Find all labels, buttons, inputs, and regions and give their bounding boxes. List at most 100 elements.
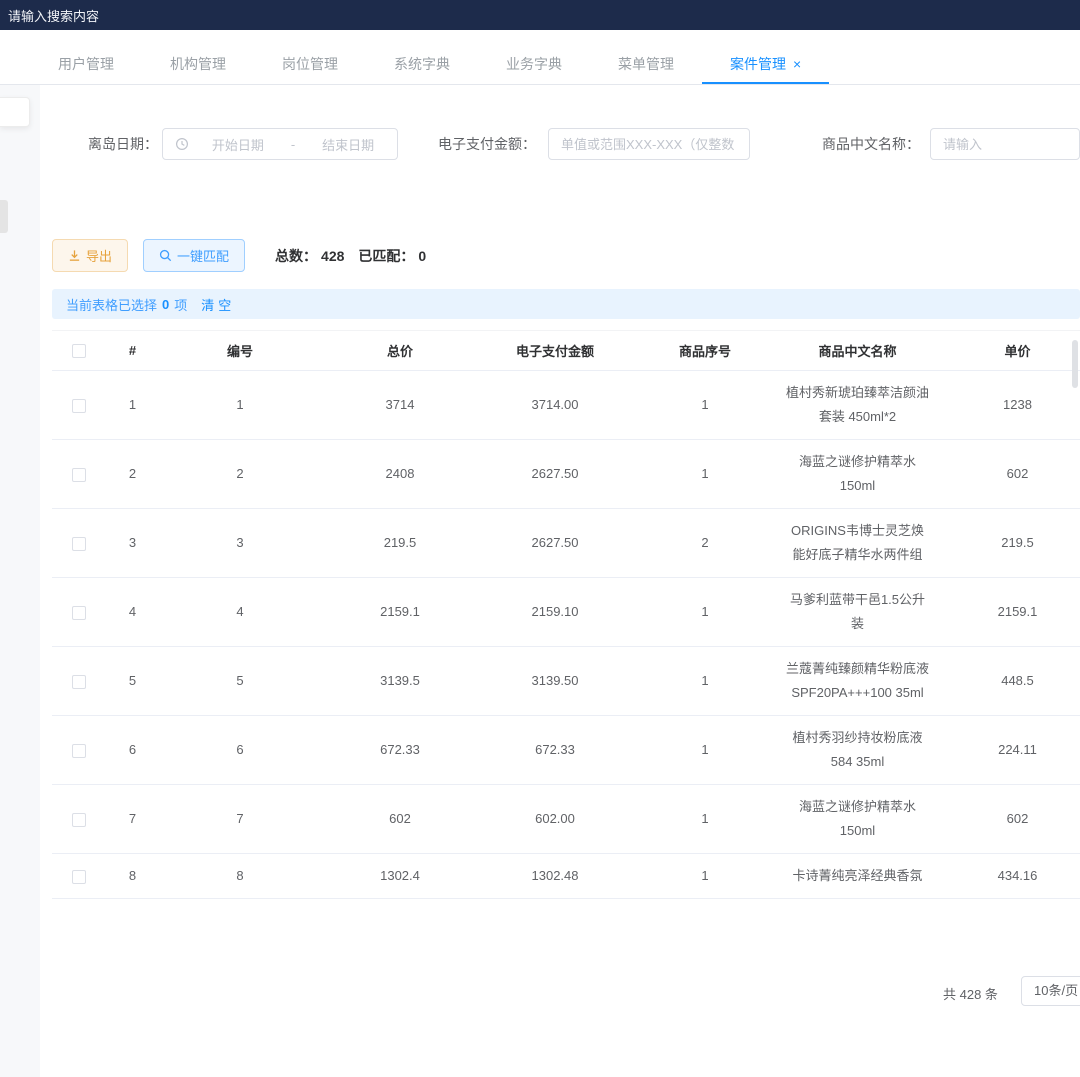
tab-label: 案件管理 [730,56,786,72]
cell-index: 5 [105,647,160,716]
tab-close-icon[interactable]: × [793,56,801,72]
date-range-picker[interactable]: 开始日期 - 结束日期 [162,128,398,160]
table-scrollbar[interactable] [1072,340,1078,388]
cell-index: 7 [105,785,160,854]
cell-epay: 2627.50 [480,509,630,578]
tab-业务字典[interactable]: 业务字典 [478,45,590,84]
matched-label: 已匹配： [358,246,414,266]
cell-serial: 1 [630,440,780,509]
total-value: 428 [321,248,344,264]
row-checkbox[interactable] [72,870,86,884]
left-edge-scrollbar [0,200,8,233]
global-search-input[interactable]: 请输入搜索内容 [8,6,99,25]
date-filter-label: 离岛日期： [88,134,158,154]
cell-name: 海蓝之谜修护精萃水 150ml [780,785,935,854]
cell-serial: 1 [630,371,780,440]
cell-epay: 2627.50 [480,440,630,509]
header-serial: 商品序号 [630,331,780,371]
row-checkbox[interactable] [72,468,86,482]
total-label: 总数： [275,246,317,266]
download-icon [68,249,81,262]
cell-total: 1302.4 [320,854,480,899]
cell-total: 2159.1 [320,578,480,647]
row-checkbox[interactable] [72,537,86,551]
clear-selection-link[interactable]: 清空 [201,295,235,314]
table-stats: 总数： 428 已匹配： 0 [275,246,440,266]
table-row: 881302.41302.481卡诗菁纯亮泽经典香氛434.16 [52,854,1080,899]
cell-name: ORIGINS韦博士灵芝焕能好底子精华水两件组 [780,509,935,578]
cell-code: 7 [160,785,320,854]
export-button[interactable]: 导出 [52,239,128,272]
tab-用户管理[interactable]: 用户管理 [30,45,142,84]
table-row: 1137143714.001植村秀新琥珀臻萃洁颜油套装 450ml*21238 [52,371,1080,440]
tab-菜单管理[interactable]: 菜单管理 [590,45,702,84]
page-size-select[interactable]: 10条/页 [1021,976,1080,1006]
row-checkbox[interactable] [72,813,86,827]
cell-serial: 1 [630,716,780,785]
row-checkbox[interactable] [72,606,86,620]
app-topbar: 请输入搜索内容 [0,0,1080,30]
cell-unit: 224.11 [935,716,1080,785]
sidebar-collapse-handle[interactable] [0,97,30,127]
cell-epay: 672.33 [480,716,630,785]
row-checkbox[interactable] [72,675,86,689]
cell-epay: 602.00 [480,785,630,854]
payment-amount-input[interactable] [548,128,750,160]
tab-案件管理[interactable]: 案件管理 × [702,45,829,84]
cell-index: 8 [105,854,160,899]
cell-code: 5 [160,647,320,716]
cell-name: 植村秀羽纱持妆粉底液 584 35ml [780,716,935,785]
cell-unit: 448.5 [935,647,1080,716]
table-row: 553139.53139.501兰蔻菁纯臻颜精华粉底液SPF20PA+++100… [52,647,1080,716]
start-date-placeholder[interactable]: 开始日期 [189,135,287,154]
table-row: 77602602.001海蓝之谜修护精萃水 150ml602 [52,785,1080,854]
data-table: # 编号 总价 电子支付金额 商品序号 商品中文名称 单价 1137143714… [52,330,1080,899]
cell-code: 1 [160,371,320,440]
cell-unit: 219.5 [935,509,1080,578]
tab-机构管理[interactable]: 机构管理 [142,45,254,84]
cell-name: 卡诗菁纯亮泽经典香氛 [780,854,935,899]
select-all-checkbox[interactable] [72,344,86,358]
tab-bar: 用户管理 机构管理岗位管理系统字典 业务字典 菜单管理 案件管理 × [0,45,1080,85]
payment-filter-label: 电子支付金额： [438,134,536,154]
cell-serial: 1 [630,578,780,647]
cell-index: 2 [105,440,160,509]
tab-label: 业务字典 [506,56,562,72]
cell-index: 4 [105,578,160,647]
cell-total: 219.5 [320,509,480,578]
cell-index: 1 [105,371,160,440]
match-button-label: 一键匹配 [177,246,229,265]
cell-serial: 1 [630,785,780,854]
cell-serial: 1 [630,647,780,716]
one-click-match-button[interactable]: 一键匹配 [143,239,245,272]
cell-total: 672.33 [320,716,480,785]
left-gutter [0,85,40,1077]
cell-total: 3139.5 [320,647,480,716]
table-row: 66672.33672.331植村秀羽纱持妆粉底液 584 35ml224.11 [52,716,1080,785]
row-checkbox[interactable] [72,744,86,758]
selection-count: 0 [162,297,169,312]
cell-name: 植村秀新琥珀臻萃洁颜油套装 450ml*2 [780,371,935,440]
cell-total: 602 [320,785,480,854]
cell-code: 6 [160,716,320,785]
cell-epay: 2159.10 [480,578,630,647]
header-index: # [105,331,160,371]
cell-serial: 2 [630,509,780,578]
row-checkbox[interactable] [72,399,86,413]
tab-岗位管理[interactable]: 岗位管理 [254,45,366,84]
cell-epay: 3139.50 [480,647,630,716]
clock-icon [175,137,189,151]
cell-serial: 1 [630,854,780,899]
export-button-label: 导出 [86,246,112,265]
cell-total: 2408 [320,440,480,509]
tab-label: 用户管理 [58,56,114,72]
tab-系统字典[interactable]: 系统字典 [366,45,478,84]
table-row: 442159.12159.101马爹利蓝带干邑1.5公升装2159.1 [52,578,1080,647]
product-name-input[interactable] [930,128,1080,160]
cell-unit: 434.16 [935,854,1080,899]
end-date-placeholder[interactable]: 结束日期 [299,135,397,154]
cell-index: 3 [105,509,160,578]
cell-epay: 3714.00 [480,371,630,440]
header-epay: 电子支付金额 [480,331,630,371]
table-row: 2224082627.501海蓝之谜修护精萃水 150ml602 [52,440,1080,509]
